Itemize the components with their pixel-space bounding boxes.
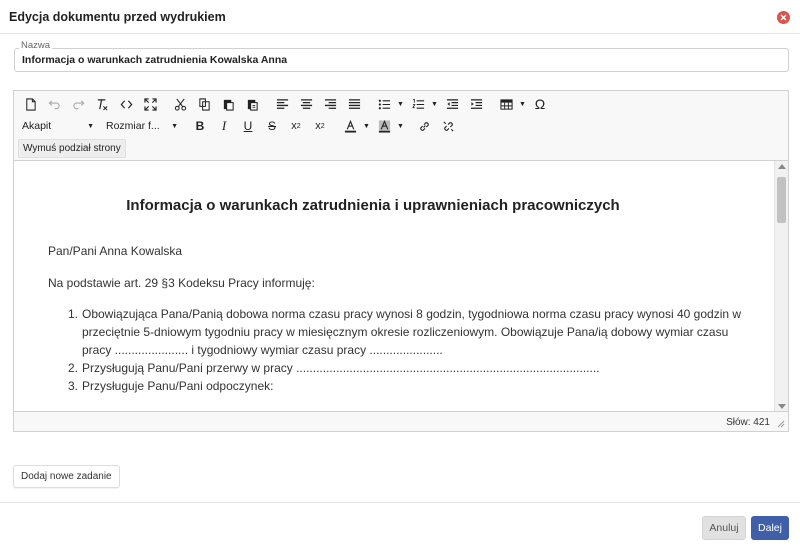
- text-color-split[interactable]: ▼: [338, 116, 372, 136]
- background-color-split[interactable]: ▼: [372, 116, 406, 136]
- numbered-list-icon[interactable]: [406, 94, 430, 114]
- justify-icon[interactable]: [342, 94, 366, 114]
- scroll-down-icon[interactable]: [778, 404, 786, 409]
- add-task-button[interactable]: Dodaj nowe zadanie: [13, 465, 120, 488]
- undo-icon[interactable]: [42, 94, 66, 114]
- editor-scrollbar[interactable]: [774, 161, 788, 413]
- paste-text-icon[interactable]: [240, 94, 264, 114]
- align-center-icon[interactable]: [294, 94, 318, 114]
- word-count: Słów: 421: [726, 417, 770, 428]
- copy-icon[interactable]: [192, 94, 216, 114]
- chevron-down-icon[interactable]: ▼: [431, 101, 440, 108]
- chevron-down-icon: ▼: [171, 122, 178, 130]
- close-icon[interactable]: [777, 11, 790, 24]
- font-size-value: Rozmiar f...: [106, 120, 160, 132]
- subscript-icon[interactable]: x2: [284, 116, 308, 136]
- next-button[interactable]: Dalej: [751, 516, 789, 540]
- table-split[interactable]: ▼: [494, 94, 528, 114]
- list-item-number: 1.: [68, 307, 79, 321]
- paste-icon[interactable]: [216, 94, 240, 114]
- scroll-up-icon[interactable]: [778, 164, 786, 169]
- scroll-thumb[interactable]: [777, 177, 786, 223]
- list-item-text: Przysługuje Panu/Pani odpoczynek:: [82, 379, 274, 393]
- chevron-down-icon[interactable]: ▼: [519, 101, 528, 108]
- chevron-down-icon[interactable]: ▼: [397, 123, 406, 130]
- chevron-down-icon: ▼: [87, 122, 94, 130]
- align-left-icon[interactable]: [270, 94, 294, 114]
- document-title: Informacja o warunkach zatrudnienia i up…: [126, 197, 620, 214]
- cut-icon[interactable]: [168, 94, 192, 114]
- background-color-icon[interactable]: [372, 116, 396, 136]
- document-list: 1. Obowiązująca Pana/Panią dobowa norma …: [48, 305, 748, 395]
- underline-icon[interactable]: U: [236, 116, 260, 136]
- chevron-down-icon[interactable]: ▼: [397, 101, 406, 108]
- dialog-footer: Anuluj Dalej: [0, 502, 800, 551]
- document-intro: Na podstawie art. 29 §3 Kodeksu Pracy in…: [48, 276, 315, 290]
- list-item: 1. Obowiązująca Pana/Panią dobowa norma …: [68, 305, 748, 359]
- toolbar-row-2: Akapit ▼ Rozmiar f... ▼ B I U S x2 x2 ▼ …: [18, 115, 460, 137]
- new-document-icon[interactable]: [18, 94, 42, 114]
- name-input[interactable]: Informacja o warunkach zatrudnienia Kowa…: [14, 48, 789, 72]
- editor-statusbar: Słów: 421: [14, 411, 788, 431]
- text-color-icon[interactable]: [338, 116, 362, 136]
- redo-icon[interactable]: [66, 94, 90, 114]
- align-right-icon[interactable]: [318, 94, 342, 114]
- dialog-title: Edycja dokumentu przed wydrukiem: [9, 10, 226, 24]
- strikethrough-icon[interactable]: S: [260, 116, 284, 136]
- numbered-list-split[interactable]: ▼: [406, 94, 440, 114]
- unlink-icon[interactable]: [436, 116, 460, 136]
- list-item-number: 3.: [68, 379, 79, 393]
- font-size-select[interactable]: Rozmiar f... ▼: [102, 116, 182, 136]
- list-item-number: 2.: [68, 361, 79, 375]
- source-code-icon[interactable]: [114, 94, 138, 114]
- page-break-button[interactable]: Wymuś podział strony: [18, 139, 126, 158]
- document-body: Informacja o warunkach zatrudnienia i up…: [48, 195, 748, 395]
- list-item: 2. Przysługują Panu/Pani przerwy w pracy…: [68, 359, 748, 377]
- fullscreen-icon[interactable]: [138, 94, 162, 114]
- special-char-icon[interactable]: Ω: [528, 94, 552, 114]
- dialog-header: Edycja dokumentu przed wydrukiem: [0, 0, 800, 34]
- paragraph-format-value: Akapit: [22, 120, 52, 132]
- chevron-down-icon[interactable]: ▼: [363, 123, 372, 130]
- editor-content[interactable]: Informacja o warunkach zatrudnienia i up…: [14, 161, 788, 413]
- link-icon[interactable]: [412, 116, 436, 136]
- document-recipient: Pan/Pani Anna Kowalska: [48, 244, 183, 258]
- resize-grip-icon[interactable]: [777, 420, 785, 428]
- bullet-list-icon[interactable]: [372, 94, 396, 114]
- rich-text-editor: ▼ ▼ ▼ Ω Akapit ▼ Rozmiar f... ▼ B I U S …: [13, 90, 789, 432]
- name-field-label: Nazwa: [19, 40, 53, 51]
- table-icon[interactable]: [494, 94, 518, 114]
- paragraph-format-select[interactable]: Akapit ▼: [18, 116, 98, 136]
- list-item-text: Przysługują Panu/Pani przerwy w pracy ..…: [82, 361, 600, 375]
- editor-toolbar: ▼ ▼ ▼ Ω Akapit ▼ Rozmiar f... ▼ B I U S …: [14, 91, 788, 161]
- outdent-icon[interactable]: [440, 94, 464, 114]
- bullet-list-split[interactable]: ▼: [372, 94, 406, 114]
- list-item: 3. Przysługuje Panu/Pani odpoczynek:: [68, 377, 748, 395]
- list-item-text: Obowiązująca Pana/Panią dobowa norma cza…: [82, 307, 742, 357]
- bold-icon[interactable]: B: [188, 116, 212, 136]
- indent-icon[interactable]: [464, 94, 488, 114]
- cancel-button[interactable]: Anuluj: [702, 516, 746, 540]
- italic-icon[interactable]: I: [212, 116, 236, 136]
- superscript-icon[interactable]: x2: [308, 116, 332, 136]
- clear-format-icon[interactable]: [90, 94, 114, 114]
- toolbar-row-1: ▼ ▼ ▼ Ω: [18, 93, 552, 115]
